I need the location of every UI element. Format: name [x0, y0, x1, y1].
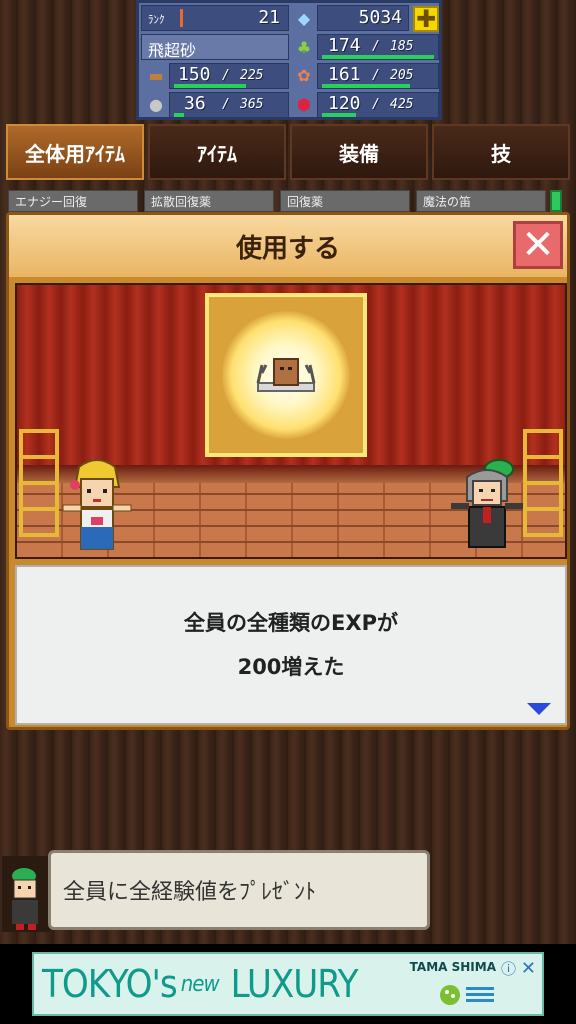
item-glow: [222, 311, 350, 439]
advisor-speech-bubble: 全員に全経験値をﾌﾟﾚｾﾞﾝﾄ: [48, 850, 430, 930]
dialog-header: 使用する: [9, 215, 567, 277]
stat-green-max: 185: [390, 39, 414, 54]
girl-character: [62, 459, 132, 550]
stat-ruby-cell: 120 / 425: [317, 92, 439, 118]
scaffold-left: [19, 429, 59, 537]
stat-wood-cell: 150 / 225: [169, 63, 289, 89]
stat-veg-value: 161: [328, 64, 361, 85]
wood-icon: ▬: [148, 65, 164, 85]
add-gems-button[interactable]: ✚: [413, 5, 439, 33]
result-line-1: 全員の全種類のEXPが: [184, 611, 398, 635]
tab-items[interactable]: ｱｲﾃﾑ: [148, 124, 286, 180]
stat-ore-value: 36: [184, 93, 206, 114]
stat-wood-value: 150: [178, 64, 211, 85]
ruby-icon: ⬢: [297, 94, 311, 114]
ore-icon: ●: [149, 94, 163, 114]
result-message[interactable]: 全員の全種類のEXPが 200増えた: [15, 565, 567, 725]
stat-ore-max: 365: [240, 97, 264, 112]
stat-ruby-sep: /: [372, 97, 380, 112]
gems-value: 5034: [358, 7, 402, 28]
stat-green-sep: /: [372, 39, 380, 54]
stat-green-cell: 174 / 185: [317, 34, 439, 60]
vegetable-icon: ✿: [297, 65, 311, 85]
stat-green-value: 174: [328, 35, 361, 56]
tab-all-items[interactable]: 全体用ｱｲﾃﾑ: [6, 124, 144, 180]
gift-bag-icon: [256, 358, 316, 392]
stat-veg-cell: 161 / 205: [317, 63, 439, 89]
gem-icon: ◆: [297, 8, 311, 28]
item-energy-recovery[interactable]: エナジー回復: [8, 190, 138, 212]
ad-text-new: new: [180, 971, 220, 997]
item-frame: [205, 293, 367, 457]
name-cell: 飛超砂: [141, 34, 289, 60]
item-magic-flute[interactable]: 魔法の笛: [416, 190, 546, 212]
use-item-dialog: 使用する ✕ 全員の全種類のEXPが 200増えた: [6, 212, 570, 730]
close-button[interactable]: ✕: [513, 221, 563, 269]
advisor-avatar: [2, 856, 50, 932]
item-list-row: エナジー回復 拡散回復薬 回復薬 魔法の笛: [8, 190, 568, 212]
ad-brand: TAMA SHIMA: [409, 960, 496, 974]
stat-wood-sep: /: [222, 68, 230, 83]
grass-icon: ♣: [296, 37, 312, 57]
stat-ore-cell: 36 / 365: [169, 92, 289, 118]
old-man-character: [451, 459, 523, 548]
team-name: 飛超砂: [148, 41, 197, 60]
stat-wood-max: 225: [240, 68, 264, 83]
ad-logo-icon: [438, 980, 498, 1010]
stat-ruby-value: 120: [328, 93, 361, 114]
ad-close-icon[interactable]: ✕: [521, 958, 536, 979]
stat-ore-sep: /: [222, 97, 230, 112]
stage-scene: [15, 283, 567, 559]
close-icon: ✕: [521, 222, 555, 268]
scroll-indicator: [550, 190, 562, 212]
item-spread-recovery[interactable]: 拡散回復薬: [144, 190, 274, 212]
status-panel: ﾗﾝｸ 21 ◆ 5034 ✚ 飛超砂 ♣ 174 / 185 ▬ 150 / …: [136, 0, 442, 120]
gems-cell: 5034: [317, 5, 409, 31]
scaffold-right: [523, 429, 563, 537]
stat-ruby-max: 425: [390, 97, 414, 112]
ad-info-icon[interactable]: ⓘ: [501, 958, 516, 979]
tab-skills[interactable]: 技: [432, 124, 570, 180]
tab-equipment[interactable]: 装備: [290, 124, 428, 180]
stat-veg-sep: /: [372, 68, 380, 83]
rank-value: 21: [258, 7, 280, 28]
ad-text-right: LUXURY: [230, 962, 359, 1006]
advisor-text: 全員に全経験値をﾌﾟﾚｾﾞﾝﾄ: [63, 880, 317, 905]
ad-banner[interactable]: TOKYO's new LUXURY TAMA SHIMA ⓘ ✕: [32, 952, 544, 1016]
main-tabs: 全体用ｱｲﾃﾑ ｱｲﾃﾑ 装備 技: [6, 124, 570, 180]
rank-label: ﾗﾝｸ: [148, 13, 165, 26]
rank-cell: ﾗﾝｸ 21: [141, 5, 289, 31]
result-line-2: 200増えた: [237, 655, 345, 679]
continue-arrow-icon: [527, 703, 551, 715]
item-recovery-potion[interactable]: 回復薬: [280, 190, 410, 212]
ad-text-left: TOKYO's: [42, 962, 178, 1006]
stat-veg-max: 205: [390, 68, 414, 83]
dialog-title: 使用する: [235, 233, 340, 264]
